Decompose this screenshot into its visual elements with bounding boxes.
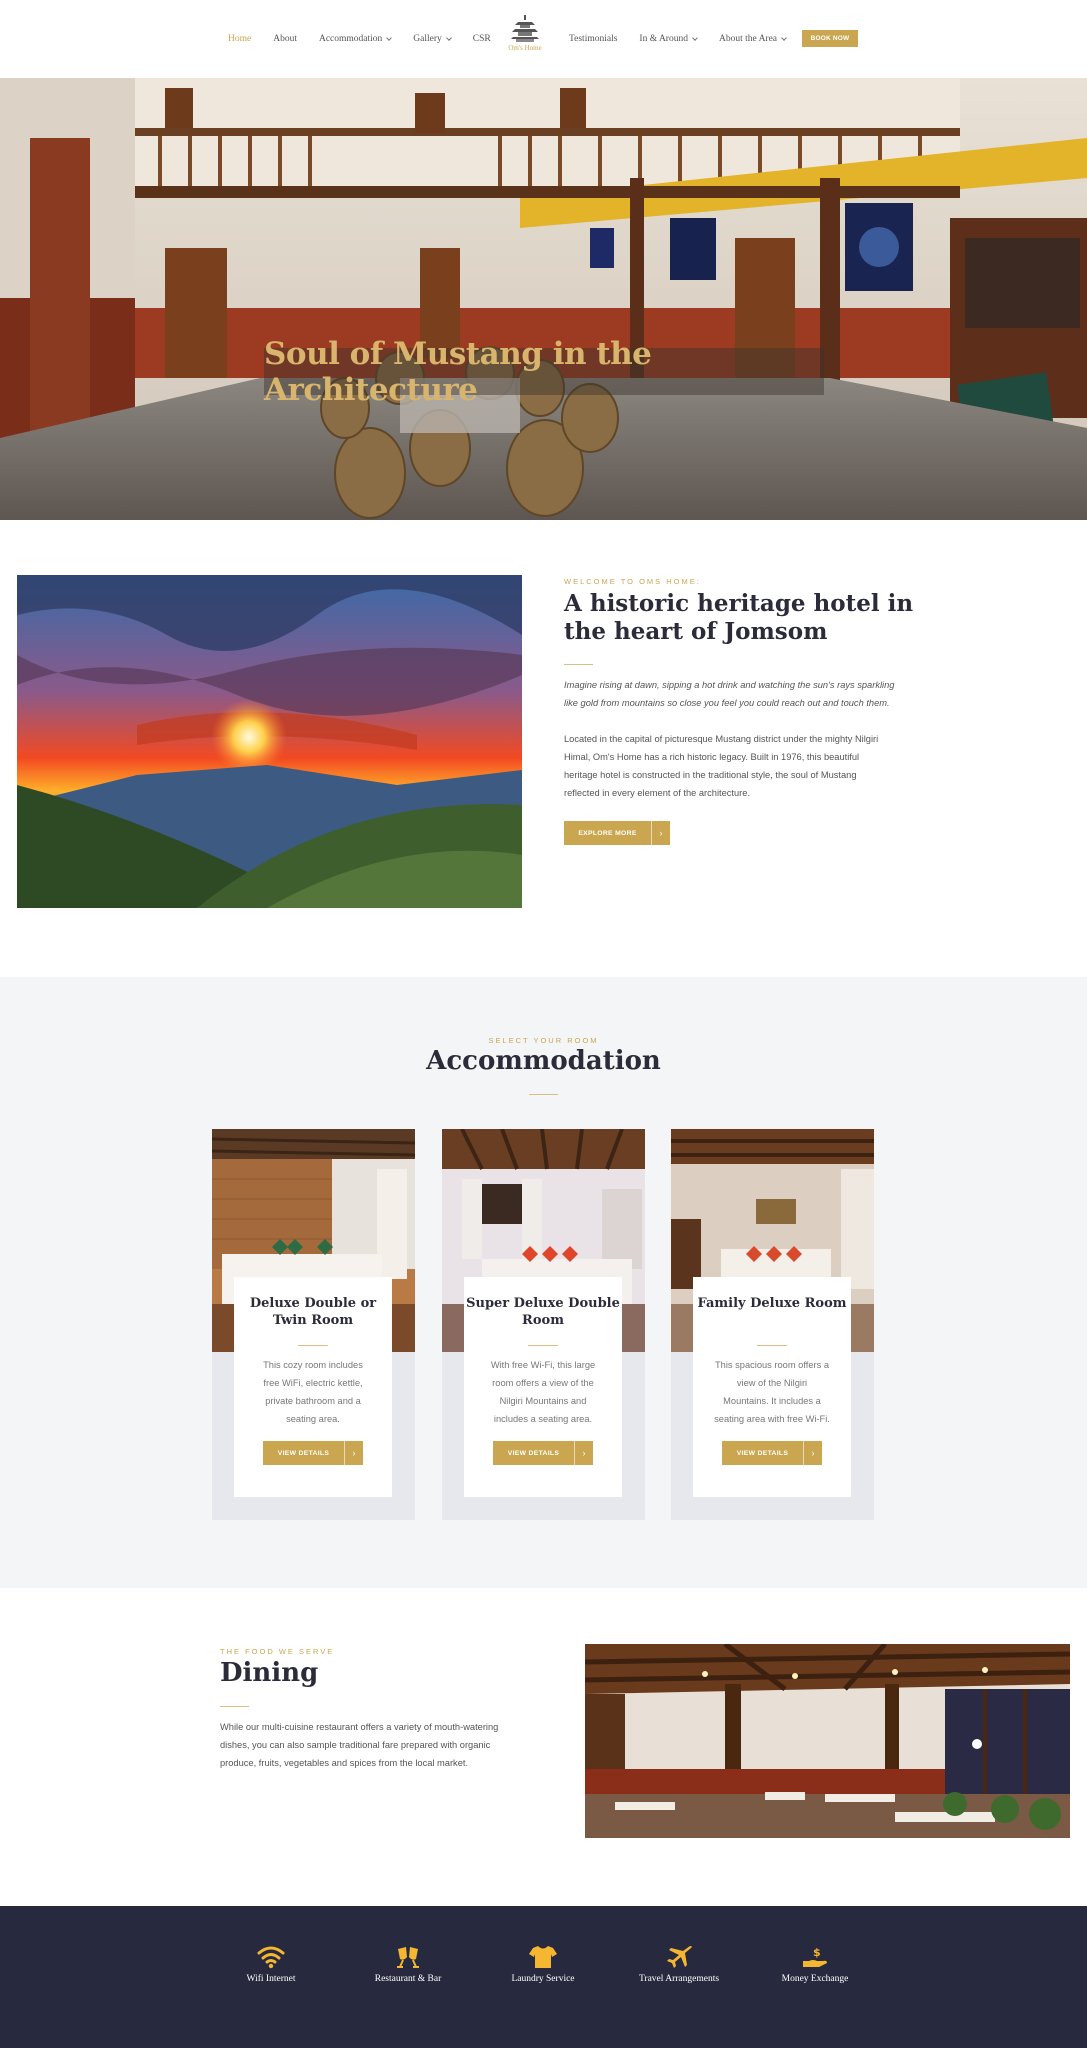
chevron-down-icon — [781, 34, 787, 41]
nav-home-label: Home — [228, 34, 252, 44]
shirt-icon — [529, 1946, 557, 1968]
amenity-label: Wifi Internet — [246, 1974, 296, 1984]
money-hand-icon: $ — [803, 1946, 827, 1967]
pagoda-logo-icon — [511, 15, 539, 42]
logo-text: Om's Home — [508, 44, 542, 52]
svg-text:$: $ — [813, 1946, 821, 1959]
dining-title: Dining — [220, 1658, 319, 1688]
hero-title: Soul of Mustang in the Architecture — [264, 335, 652, 408]
room-description: This cozy room includes free WiFi, elect… — [263, 1360, 363, 1424]
amenity-label: Laundry Service — [511, 1974, 575, 1984]
explore-more-button[interactable]: EXPLORE MORE › — [564, 821, 670, 845]
room-card-family-deluxe: Family Deluxe Room This spacious room of… — [671, 1129, 874, 1520]
room-title: Family Deluxe Room — [697, 1296, 847, 1311]
hero-banner: Soul of Mustang in the Architecture — [0, 78, 1087, 520]
room-card-deluxe: Deluxe Double or Twin Room This cozy roo… — [212, 1129, 415, 1520]
accommodation-title: Accommodation — [426, 1046, 661, 1076]
dining-eyebrow: THE FOOD WE SERVE — [220, 1647, 335, 1656]
room-title: Super Deluxe Double Room — [466, 1296, 620, 1328]
nav-gallery[interactable]: Gallery — [413, 34, 452, 44]
view-details-button[interactable]: VIEW DETAILS › — [263, 1441, 363, 1465]
site-header: Home About Accommodation Gallery CSR Om'… — [0, 0, 1087, 78]
nav-in-around-label: In & Around — [639, 34, 688, 44]
site-logo[interactable]: Om's Home — [503, 14, 547, 62]
nav-testimonials-label: Testimonials — [569, 34, 618, 44]
amenity-label: Restaurant & Bar — [374, 1974, 442, 1984]
chevron-down-icon — [386, 34, 393, 41]
book-now-button[interactable]: BOOK NOW — [802, 30, 858, 47]
amenity-wifi: Wifi Internet — [216, 1945, 326, 1984]
about-lead-text: Imagine rising at dawn, sipping a hot dr… — [564, 680, 895, 708]
hero-title-box: Soul of Mustang in the Architecture — [264, 336, 824, 408]
room-divider — [757, 1345, 787, 1346]
hero-courtyard-image — [0, 78, 1087, 520]
amenity-money-exchange: $ Money Exchange — [760, 1945, 870, 1984]
nav-csr[interactable]: CSR — [473, 34, 491, 44]
about-title: A historic heritage hotel in the heart o… — [564, 590, 914, 645]
chevron-right-icon: › — [651, 821, 670, 845]
room-card-panel: Super Deluxe Double Room With free Wi-Fi… — [464, 1277, 622, 1497]
chevron-down-icon — [692, 34, 698, 41]
sunset-landscape-picture — [17, 575, 522, 908]
room-description: With free Wi-Fi, this large room offers … — [490, 1360, 596, 1424]
wifi-icon — [257, 1946, 285, 1969]
nav-accommodation-label: Accommodation — [318, 34, 383, 44]
amenity-laundry: Laundry Service — [488, 1945, 598, 1984]
room-description: This spacious room offers a view of the … — [714, 1360, 830, 1424]
nav-about-label: About — [273, 34, 297, 44]
main-nav-left: Home About Accommodation Gallery CSR — [228, 0, 513, 78]
chevron-right-icon: › — [574, 1441, 593, 1465]
explore-more-label: EXPLORE MORE — [578, 829, 637, 837]
room-divider — [298, 1345, 328, 1346]
room-card-panel: Deluxe Double or Twin Room This cozy roo… — [234, 1277, 392, 1497]
about-eyebrow: WELCOME TO OMS HOME: — [564, 577, 701, 586]
chevron-right-icon: › — [803, 1441, 822, 1465]
nav-in-around[interactable]: In & Around — [639, 34, 698, 44]
dining-divider — [220, 1706, 249, 1707]
room-card-panel: Family Deluxe Room This spacious room of… — [693, 1277, 851, 1497]
view-details-button[interactable]: VIEW DETAILS › — [493, 1441, 593, 1465]
nav-about-area[interactable]: About the Area — [718, 34, 787, 44]
amenity-label: Travel Arrangements — [638, 1974, 720, 1984]
nav-home[interactable]: Home — [228, 34, 251, 44]
sunset-mountain-image — [17, 575, 522, 908]
about-divider — [564, 664, 593, 665]
room-divider — [528, 1345, 558, 1346]
view-details-label: VIEW DETAILS — [507, 1449, 560, 1457]
about-body-text: Located in the capital of picturesque Mu… — [564, 734, 879, 798]
accommodation-divider — [529, 1094, 558, 1095]
nav-csr-label: CSR — [472, 34, 491, 44]
view-details-button[interactable]: VIEW DETAILS › — [722, 1441, 822, 1465]
amenity-travel: Travel Arrangements — [624, 1945, 734, 1984]
cheers-icon — [397, 1947, 419, 1968]
nav-accommodation[interactable]: Accommodation — [318, 34, 393, 44]
nav-about[interactable]: About — [273, 34, 297, 44]
amenity-label: Money Exchange — [781, 1974, 849, 1984]
accommodation-eyebrow: SELECT YOUR ROOM — [488, 1036, 599, 1045]
chevron-down-icon — [445, 34, 452, 41]
plane-icon — [667, 1946, 692, 1968]
restaurant-picture — [585, 1644, 1070, 1838]
amenity-restaurant: Restaurant & Bar — [353, 1945, 463, 1984]
nav-gallery-label: Gallery — [413, 34, 442, 44]
dining-room-image — [585, 1644, 1070, 1838]
chevron-right-icon: › — [344, 1441, 363, 1465]
room-card-super-deluxe: Super Deluxe Double Room With free Wi-Fi… — [442, 1129, 645, 1520]
dining-body-text: While our multi-cuisine restaurant offer… — [220, 1722, 499, 1768]
view-details-label: VIEW DETAILS — [277, 1449, 330, 1457]
view-details-label: VIEW DETAILS — [736, 1449, 789, 1457]
nav-about-area-label: About the Area — [718, 34, 778, 44]
nav-testimonials[interactable]: Testimonials — [569, 34, 617, 44]
main-nav-right: Testimonials In & Around About the Area — [569, 0, 808, 78]
room-title: Deluxe Double or Twin Room — [249, 1296, 377, 1328]
